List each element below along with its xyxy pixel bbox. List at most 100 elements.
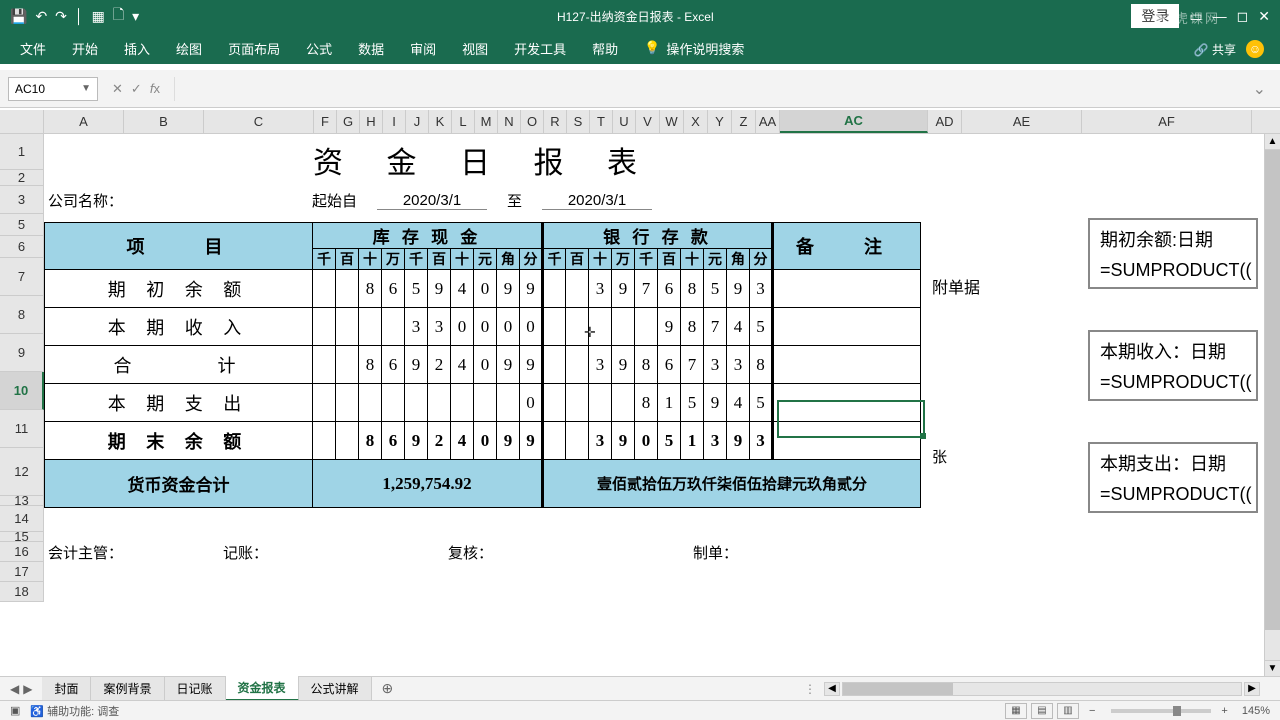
row-header-9[interactable]: 9: [0, 334, 44, 372]
nav-next-icon[interactable]: ▶: [23, 682, 32, 696]
zoom-in-icon[interactable]: +: [1221, 705, 1227, 717]
qat-item-icon[interactable]: ▦: [92, 8, 105, 25]
col-header-R[interactable]: R: [544, 110, 567, 133]
normal-view-icon[interactable]: ▦: [1005, 703, 1027, 719]
zoom-slider[interactable]: [1111, 709, 1211, 713]
scroll-left-icon[interactable]: ◀: [824, 682, 840, 696]
sheet-tab-3[interactable]: 资金报表: [226, 676, 299, 701]
expand-formula-icon[interactable]: ⌄: [1247, 79, 1272, 99]
row-header-16[interactable]: 16: [0, 542, 44, 562]
tab-draw[interactable]: 绘图: [176, 39, 202, 58]
row-header-17[interactable]: 17: [0, 562, 44, 582]
chevron-down-icon[interactable]: ▼: [81, 83, 91, 94]
tab-view[interactable]: 视图: [462, 39, 488, 58]
row-header-11[interactable]: 11: [0, 410, 44, 448]
col-header-X[interactable]: X: [684, 110, 708, 133]
col-header-AD[interactable]: AD: [928, 110, 962, 133]
sheet-tab-2[interactable]: 日记账: [165, 677, 226, 700]
col-header-I[interactable]: I: [383, 110, 406, 133]
tab-data[interactable]: 数据: [358, 39, 384, 58]
vertical-scrollbar[interactable]: ▲ ▼: [1264, 134, 1280, 676]
tab-formula[interactable]: 公式: [306, 39, 332, 58]
sheet-tab-4[interactable]: 公式讲解: [299, 677, 372, 700]
col-header-N[interactable]: N: [498, 110, 521, 133]
scroll-down-icon[interactable]: ▼: [1265, 660, 1280, 676]
spreadsheet-grid[interactable]: ABCFGHIJKLMNORSTUVWXYZAAACADAEAF 1235678…: [0, 110, 1280, 680]
macro-record-icon[interactable]: ▣: [10, 704, 20, 717]
tab-help[interactable]: 帮助: [592, 39, 618, 58]
cancel-icon[interactable]: ✕: [112, 81, 123, 97]
page-break-icon[interactable]: ▥: [1057, 703, 1079, 719]
row-header-2[interactable]: 2: [0, 170, 44, 186]
share-button[interactable]: 🔗 共享: [1194, 41, 1236, 58]
row-header-5[interactable]: 5: [0, 214, 44, 236]
login-button[interactable]: 登录: [1131, 4, 1179, 28]
col-header-S[interactable]: S: [567, 110, 590, 133]
minimize-icon[interactable]: —: [1213, 8, 1227, 24]
zoom-out-icon[interactable]: −: [1089, 705, 1095, 717]
accessibility-status[interactable]: ♿ 辅助功能: 调查: [30, 703, 119, 719]
col-header-G[interactable]: G: [337, 110, 360, 133]
tab-review[interactable]: 审阅: [410, 39, 436, 58]
sheet-tab-0[interactable]: 封面: [42, 677, 91, 700]
sheet-tab-1[interactable]: 案例背景: [91, 677, 164, 700]
zoom-level[interactable]: 145%: [1242, 705, 1270, 717]
col-header-AF[interactable]: AF: [1082, 110, 1252, 133]
save-icon[interactable]: 💾: [10, 8, 27, 25]
col-header-K[interactable]: K: [429, 110, 452, 133]
maximize-icon[interactable]: ◻: [1237, 8, 1249, 25]
tab-dev[interactable]: 开发工具: [514, 39, 566, 58]
col-header-AE[interactable]: AE: [962, 110, 1082, 133]
scroll-right-icon[interactable]: ▶: [1244, 682, 1260, 696]
col-header-B[interactable]: B: [124, 110, 204, 133]
row-header-6[interactable]: 6: [0, 236, 44, 258]
tell-me-search[interactable]: 💡 操作说明搜索: [644, 39, 744, 58]
row-header-15[interactable]: 15: [0, 532, 44, 542]
row-header-3[interactable]: 3: [0, 186, 44, 214]
row-header-1[interactable]: 1: [0, 134, 44, 170]
formula-input[interactable]: [174, 77, 1243, 101]
tab-home[interactable]: 开始: [72, 39, 98, 58]
col-header-H[interactable]: H: [360, 110, 383, 133]
col-header-Y[interactable]: Y: [708, 110, 732, 133]
col-header-C[interactable]: C: [204, 110, 314, 133]
row-header-18[interactable]: 18: [0, 582, 44, 602]
ribbon-options-icon[interactable]: ▭: [1189, 8, 1202, 25]
col-header-T[interactable]: T: [590, 110, 613, 133]
enter-icon[interactable]: ✓: [131, 81, 142, 97]
redo-icon[interactable]: ↷: [55, 8, 67, 25]
row-header-12[interactable]: 12: [0, 448, 44, 496]
close-icon[interactable]: ✕: [1258, 8, 1270, 25]
col-header-AA[interactable]: AA: [756, 110, 780, 133]
undo-icon[interactable]: ↶: [35, 8, 47, 25]
qat-more-icon[interactable]: ▾: [132, 8, 139, 25]
qat-item-icon[interactable]: 🗋: [113, 4, 124, 28]
col-header-Z[interactable]: Z: [732, 110, 756, 133]
col-header-W[interactable]: W: [660, 110, 684, 133]
col-header-A[interactable]: A: [44, 110, 124, 133]
col-header-M[interactable]: M: [475, 110, 498, 133]
fx-icon[interactable]: fx: [150, 81, 160, 96]
tab-insert[interactable]: 插入: [124, 39, 150, 58]
tab-file[interactable]: 文件: [20, 39, 46, 58]
page-layout-icon[interactable]: ▤: [1031, 703, 1053, 719]
col-header-V[interactable]: V: [636, 110, 660, 133]
row-header-8[interactable]: 8: [0, 296, 44, 334]
hscroll-thumb[interactable]: [843, 683, 953, 695]
tab-layout[interactable]: 页面布局: [228, 39, 280, 58]
name-box[interactable]: AC10 ▼: [8, 77, 98, 101]
horizontal-scrollbar[interactable]: ⋮ ◀ ▶: [804, 682, 1280, 696]
nav-prev-icon[interactable]: ◀: [10, 682, 19, 696]
scroll-thumb[interactable]: [1265, 150, 1280, 630]
select-all-corner[interactable]: [0, 110, 44, 133]
face-icon[interactable]: ☺: [1246, 40, 1264, 58]
col-header-O[interactable]: O: [521, 110, 544, 133]
col-header-U[interactable]: U: [613, 110, 636, 133]
col-header-J[interactable]: J: [406, 110, 429, 133]
col-header-L[interactable]: L: [452, 110, 475, 133]
col-header-AC[interactable]: AC: [780, 110, 928, 133]
row-header-7[interactable]: 7: [0, 258, 44, 296]
row-header-10[interactable]: 10: [0, 372, 44, 410]
add-sheet-button[interactable]: ⊕: [372, 680, 404, 697]
scroll-up-icon[interactable]: ▲: [1265, 134, 1280, 150]
